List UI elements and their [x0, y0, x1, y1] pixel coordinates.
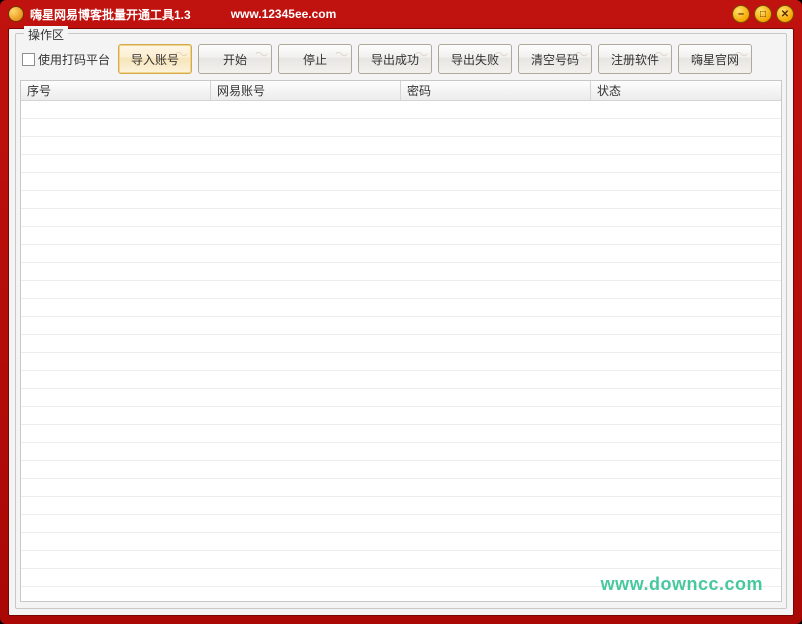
table-body[interactable]: www.downcc.com	[21, 101, 781, 601]
app-icon	[8, 6, 24, 22]
col-password[interactable]: 密码	[401, 81, 591, 100]
use-captcha-platform-checkbox[interactable]: 使用打码平台	[22, 51, 110, 68]
export-success-button[interactable]: 导出成功	[358, 44, 432, 74]
import-accounts-button[interactable]: 导入账号	[118, 44, 192, 74]
table-header: 序号 网易账号 密码 状态	[21, 81, 781, 101]
toolbar: 使用打码平台 导入账号 开始 停止 导出成功	[20, 44, 782, 74]
operation-group: 操作区 使用打码平台 导入账号 开始 停止	[15, 33, 787, 609]
export-fail-button[interactable]: 导出失败	[438, 44, 512, 74]
group-label: 操作区	[24, 26, 68, 43]
col-account[interactable]: 网易账号	[211, 81, 401, 100]
official-site-button[interactable]: 嗨星官网	[678, 44, 752, 74]
start-button[interactable]: 开始	[198, 44, 272, 74]
col-index[interactable]: 序号	[21, 81, 211, 100]
accounts-table: 序号 网易账号 密码 状态 www.downcc.com	[20, 80, 782, 602]
stop-button[interactable]: 停止	[278, 44, 352, 74]
window-title: 嗨星网易博客批量开通工具1.3	[30, 6, 191, 23]
col-status[interactable]: 状态	[591, 81, 781, 100]
titlebar-url: www.12345ee.com	[231, 7, 337, 21]
register-button[interactable]: 注册软件	[598, 44, 672, 74]
window-controls	[732, 5, 794, 23]
client-area: 操作区 使用打码平台 导入账号 开始 停止	[8, 28, 794, 616]
button-decor-icon	[255, 47, 269, 55]
app-window: 嗨星网易博客批量开通工具1.3 www.12345ee.com 操作区 使用打码…	[0, 0, 802, 624]
maximize-button[interactable]	[754, 5, 772, 23]
clear-button[interactable]: 清空号码	[518, 44, 592, 74]
button-decor-icon	[335, 47, 349, 55]
close-button[interactable]	[776, 5, 794, 23]
minimize-button[interactable]	[732, 5, 750, 23]
titlebar[interactable]: 嗨星网易博客批量开通工具1.3 www.12345ee.com	[0, 0, 802, 28]
checkbox-box-icon	[22, 53, 35, 66]
checkbox-label: 使用打码平台	[38, 51, 110, 68]
watermark: www.downcc.com	[601, 574, 763, 595]
